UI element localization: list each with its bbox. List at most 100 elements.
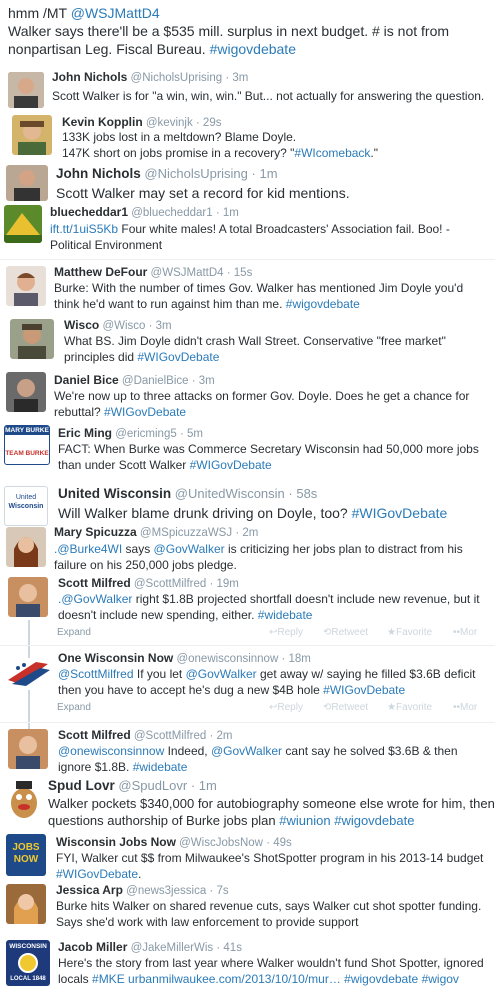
author-handle[interactable]: @WiscJobsNow (179, 837, 263, 849)
author-handle[interactable]: @news3jessica (126, 885, 206, 897)
timestamp[interactable]: · 18m (281, 653, 310, 665)
hashtag-link[interactable]: #wiunion (279, 813, 330, 828)
author-handle[interactable]: @ScottMilfred (134, 578, 206, 590)
mention-link[interactable]: @GovWalker (186, 667, 257, 681)
timestamp[interactable]: · 2m (209, 730, 232, 742)
tweet-item[interactable]: WISCONSIN LOCAL 1848 Jacob Miller @JakeM… (0, 937, 495, 990)
tweet-item[interactable]: Scott Milfred @ScottMilfred · 2m @onewis… (0, 725, 495, 775)
author-name[interactable]: Mary Spicuzza (54, 525, 137, 539)
url-link[interactable]: ift.tt/1uiS5Kb (50, 222, 118, 236)
author-handle[interactable]: @UnitedWisconsin (175, 486, 285, 501)
author-name[interactable]: Kevin Kopplin (62, 115, 143, 129)
author-name[interactable]: Daniel Bice (54, 373, 119, 387)
hashtag-link[interactable]: #WIGovDebate (104, 405, 186, 419)
retweet-button[interactable]: ⟲ Retweet (323, 702, 368, 713)
author-name[interactable]: Scott Milfred (58, 576, 131, 590)
author-name[interactable]: One Wisconsin Now (58, 651, 173, 665)
avatar[interactable] (4, 777, 44, 819)
author-handle[interactable]: @JakeMillerWis (131, 942, 214, 954)
hashtag-link[interactable]: #wigovdebate (334, 813, 414, 828)
tweet-item[interactable]: Scott Milfred @ScottMilfred · 19m .@GovW… (0, 573, 495, 643)
avatar[interactable] (6, 884, 46, 924)
timestamp[interactable]: · 49s (266, 837, 292, 849)
author-name[interactable]: bluecheddar1 (50, 205, 128, 219)
hashtag-link[interactable]: #widebate (258, 608, 313, 622)
top-tweet[interactable]: hmm /MT @WSJMattD4 Walker says there'll … (0, 0, 495, 60)
retweet-button[interactable]: ⟲ Retweet (323, 627, 368, 638)
author-handle[interactable]: @NicholsUprising (131, 72, 223, 84)
tweet-item[interactable]: bluecheddar1 @bluecheddar1 · 1m ift.tt/1… (0, 203, 495, 257)
author-handle[interactable]: @MSpicuzzaWSJ (140, 527, 232, 539)
avatar[interactable] (6, 527, 46, 567)
hashtag-link[interactable]: #wigov (422, 972, 459, 986)
timestamp[interactable]: · 2m (235, 527, 258, 539)
author-name[interactable]: Matthew DeFour (54, 265, 147, 279)
tweet-item[interactable]: JOBS NOW Wisconsin Jobs Now @WiscJobsNow… (0, 832, 495, 881)
avatar[interactable] (6, 658, 50, 686)
mention-link[interactable]: @GovWalker (154, 542, 225, 556)
timestamp[interactable]: · 5m (180, 428, 203, 440)
author-name[interactable]: Wisconsin Jobs Now (56, 835, 176, 849)
tweet-item[interactable]: One Wisconsin Now @onewisconsinnow · 18m… (0, 648, 495, 718)
timestamp[interactable]: · 29s (196, 117, 222, 129)
author-name[interactable]: Jacob Miller (58, 940, 127, 954)
reply-button[interactable]: ↩ Reply (269, 627, 303, 638)
handle-link[interactable]: @WSJMattD4 (71, 5, 160, 21)
expand-link[interactable]: Expand (57, 627, 91, 638)
hashtag-link[interactable]: #WIGovDebate (352, 505, 448, 521)
author-handle[interactable]: @DanielBice (122, 375, 189, 387)
author-handle[interactable]: @ericming5 (115, 428, 177, 440)
tweet-item[interactable]: Jessica Arp @news3jessica · 7s Burke hit… (0, 880, 495, 936)
tweet-item[interactable]: United Wisconsin United Wisconsin @Unite… (0, 482, 495, 528)
tweet-item[interactable]: Spud Lovr @SpudLovr · 1m Walker pockets … (0, 775, 495, 831)
timestamp[interactable]: · 3m (192, 375, 215, 387)
author-name[interactable]: Spud Lovr (48, 778, 115, 793)
author-name[interactable]: John Nichols (56, 166, 141, 181)
author-handle[interactable]: @kevinjk (146, 117, 193, 129)
hashtag-link[interactable]: #wigovdebate (286, 297, 360, 311)
hashtag-link[interactable]: #wigovdebate (344, 972, 418, 986)
timestamp[interactable]: · 7s (209, 885, 228, 897)
timestamp[interactable]: · 19m (209, 578, 238, 590)
hashtag-link[interactable]: #WIGovDebate (323, 683, 405, 697)
avatar[interactable] (6, 266, 46, 306)
author-handle[interactable]: @ScottMilfred (134, 730, 206, 742)
author-handle[interactable]: @NicholsUprising (144, 166, 248, 181)
tweet-item[interactable]: John Nichols @NicholsUprising · 3m Scott… (0, 66, 495, 114)
avatar[interactable] (6, 165, 48, 201)
author-handle[interactable]: @SpudLovr (118, 778, 187, 793)
mention-link[interactable]: .@GovWalker (58, 592, 132, 606)
avatar[interactable] (12, 115, 52, 155)
timestamp[interactable]: · 3m (149, 320, 172, 332)
favorite-button[interactable]: ★ Favorite (387, 627, 432, 638)
hashtag-link[interactable]: #MKE (92, 972, 125, 986)
mention-link[interactable]: @ScottMilfred (58, 667, 134, 681)
author-handle[interactable]: @bluecheddar1 (131, 207, 212, 219)
author-handle[interactable]: @Wisco (102, 320, 145, 332)
more-button[interactable]: •• Mor (453, 627, 477, 638)
avatar[interactable]: JOBS NOW (6, 834, 46, 876)
hashtag-link[interactable]: #widebate (133, 760, 188, 774)
avatar[interactable]: United Wisconsin (4, 486, 48, 526)
more-button[interactable]: •• Mor (453, 702, 477, 713)
timestamp[interactable]: · 41s (216, 942, 242, 954)
favorite-button[interactable]: ★ Favorite (387, 702, 432, 713)
avatar[interactable] (8, 729, 48, 769)
tweet-item[interactable]: Mary Spicuzza @MSpicuzzaWSJ · 2m .@Burke… (0, 523, 495, 575)
url-link[interactable]: urbanmilwaukee.com/2013/10/10/mur… (128, 972, 341, 986)
mention-link[interactable]: @onewisconsinnow (58, 744, 164, 758)
mention-link[interactable]: @GovWalker (211, 744, 282, 758)
timestamp[interactable]: · 1m (216, 207, 239, 219)
avatar[interactable]: WISCONSIN LOCAL 1848 (6, 940, 50, 986)
avatar[interactable] (8, 72, 44, 108)
timestamp[interactable]: · 58s (288, 486, 317, 501)
tweet-item[interactable]: Matthew DeFour @WSJMattD4 · 15s Burke: W… (0, 262, 495, 314)
author-handle[interactable]: @WSJMattD4 (151, 267, 224, 279)
hashtag-link[interactable]: #WIGovDebate (137, 350, 219, 364)
hashtag-link[interactable]: #WIGovDebate (190, 458, 272, 472)
author-name[interactable]: Scott Milfred (58, 728, 131, 742)
tweet-item[interactable]: Kevin Kopplin @kevinjk · 29s 133K jobs l… (0, 111, 495, 161)
avatar[interactable]: MARY BURKE TEAM BURKE (4, 425, 50, 465)
author-name[interactable]: United Wisconsin (58, 486, 171, 501)
avatar[interactable] (4, 205, 42, 243)
